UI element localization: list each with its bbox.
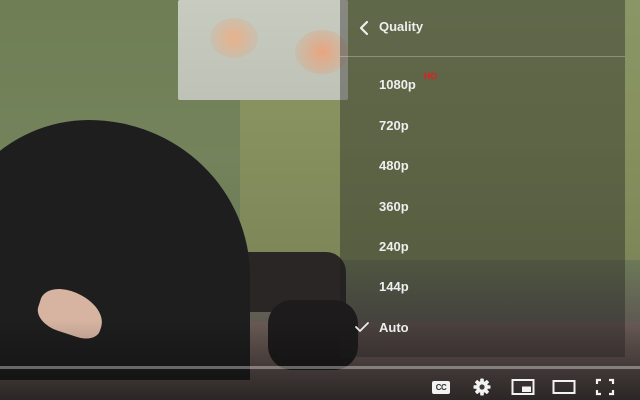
quality-option-720p[interactable]: 720p [340,106,625,146]
quality-option-label: Auto [379,320,409,335]
chevron-left-icon [359,20,369,36]
subtitles-icon: CC [432,380,450,394]
quality-option-label: 720p [379,118,409,133]
quality-option-1080p[interactable]: 1080p HD [340,65,625,105]
miniplayer-button[interactable] [510,376,536,398]
quality-menu-back-button[interactable]: Quality [340,0,625,57]
quality-option-label: 144p [379,279,409,294]
quality-option-label: 1080p [379,77,416,92]
theater-mode-icon [552,380,576,394]
settings-button[interactable] [470,376,494,398]
miniplayer-icon [511,379,535,395]
fullscreen-button[interactable] [593,376,617,398]
subtitles-button[interactable]: CC [429,376,453,398]
theater-mode-button[interactable] [551,376,577,398]
quality-menu-title: Quality [379,19,424,34]
quality-option-240p[interactable]: 240p [340,227,625,267]
quality-option-144p[interactable]: 144p [340,267,625,307]
video-background-blob [210,18,258,58]
quality-menu: Quality 1080p HD 720p 480p 360p 240p 144… [340,0,625,357]
quality-option-auto[interactable]: Auto [340,308,625,348]
quality-option-label: 240p [379,239,409,254]
progress-bar[interactable] [0,366,640,369]
checkmark-icon [355,322,369,332]
quality-option-360p[interactable]: 360p [340,187,625,227]
quality-option-label: 480p [379,158,409,173]
video-player[interactable]: Quality 1080p HD 720p 480p 360p 240p 144… [0,0,640,400]
quality-option-label: 360p [379,199,409,214]
fullscreen-icon [595,378,615,396]
subtitles-icon-label: CC [435,382,447,392]
hd-badge: HD [424,71,437,81]
settings-gear-icon [473,378,491,396]
quality-option-480p[interactable]: 480p [340,146,625,186]
